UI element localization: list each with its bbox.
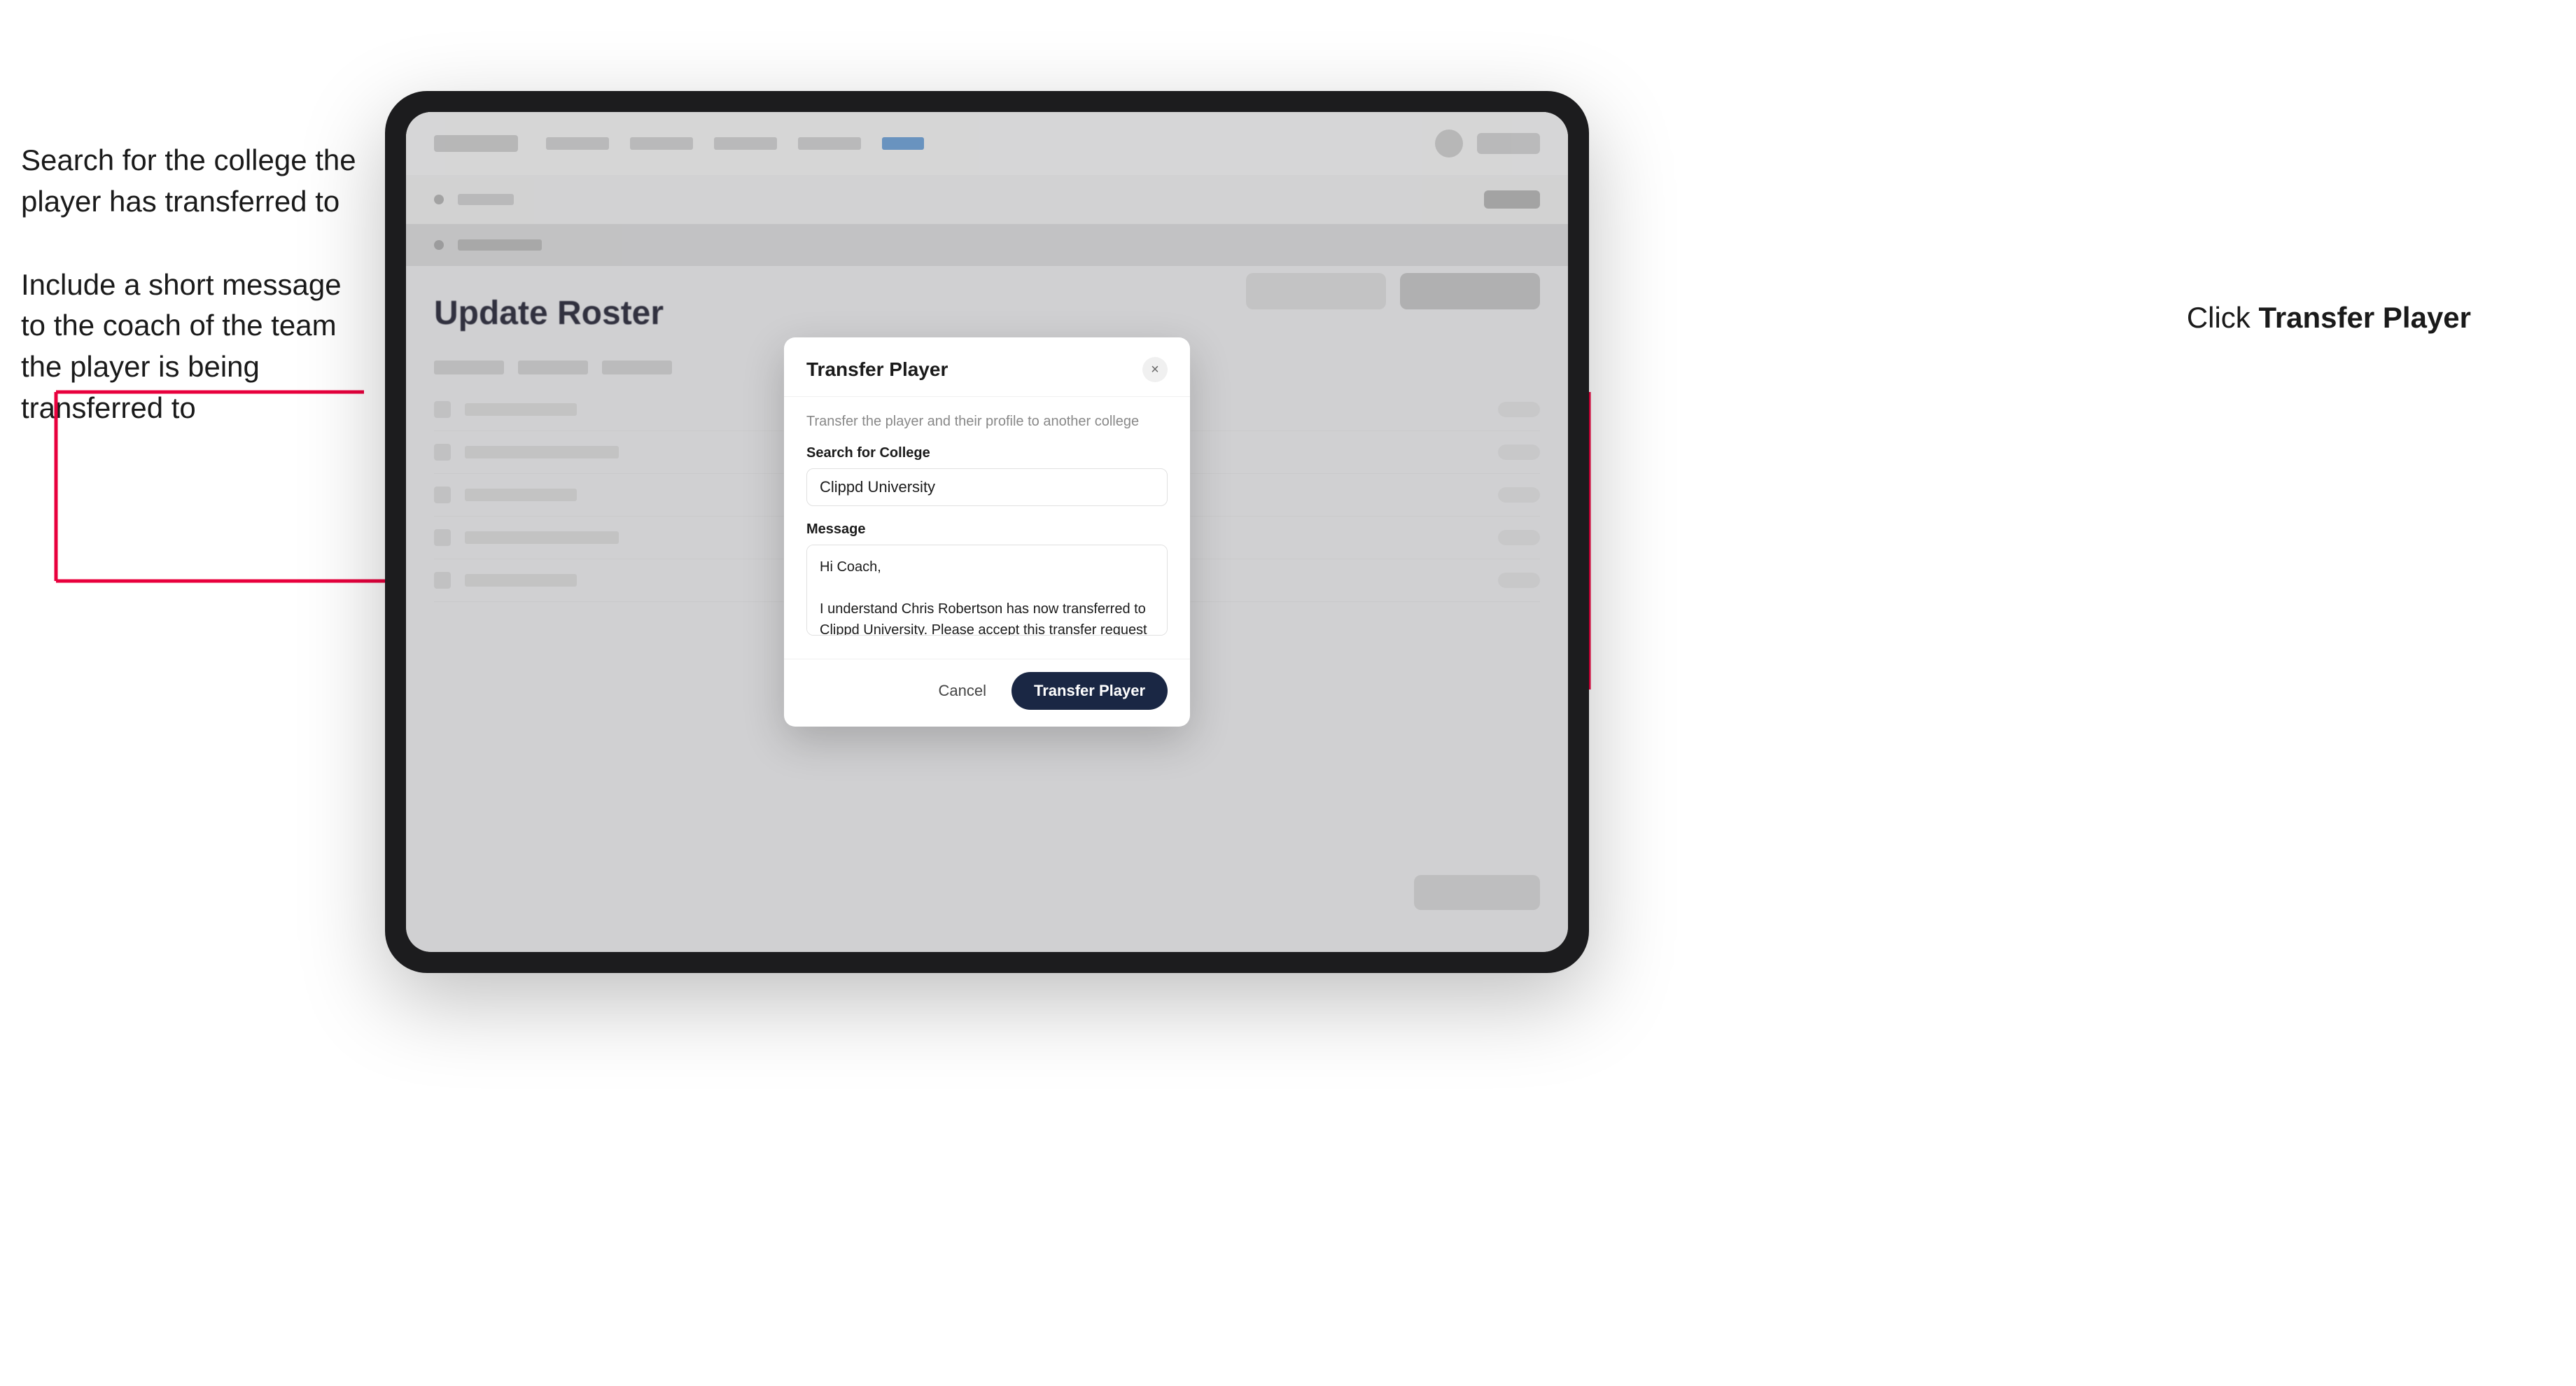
- ipad-frame: Update Roster: [385, 91, 1589, 973]
- message-textarea[interactable]: Hi Coach, I understand Chris Robertson h…: [806, 545, 1168, 636]
- college-label: Search for College: [806, 445, 1168, 461]
- modal-title: Transfer Player: [806, 358, 948, 381]
- modal-footer: Cancel Transfer Player: [784, 659, 1190, 727]
- transfer-player-modal: Transfer Player × Transfer the player an…: [784, 337, 1190, 727]
- modal-body: Transfer the player and their profile to…: [784, 397, 1190, 659]
- modal-header: Transfer Player ×: [784, 337, 1190, 397]
- annotation-text-top: Search for the college the player has tr…: [21, 140, 357, 223]
- message-label: Message: [806, 522, 1168, 538]
- modal-overlay: Transfer Player × Transfer the player an…: [406, 112, 1568, 952]
- transfer-player-button[interactable]: Transfer Player: [1011, 672, 1168, 710]
- college-search-input[interactable]: [806, 468, 1168, 506]
- annotation-text-bottom: Include a short message to the coach of …: [21, 265, 357, 429]
- modal-description: Transfer the player and their profile to…: [806, 414, 1168, 430]
- annotation-left: Search for the college the player has tr…: [21, 140, 357, 471]
- annotation-right-text: Click Transfer Player: [2187, 301, 2471, 334]
- ipad-screen: Update Roster: [406, 112, 1568, 952]
- annotation-right: Click Transfer Player: [2187, 301, 2471, 335]
- modal-close-button[interactable]: ×: [1142, 357, 1168, 382]
- cancel-button[interactable]: Cancel: [926, 675, 999, 707]
